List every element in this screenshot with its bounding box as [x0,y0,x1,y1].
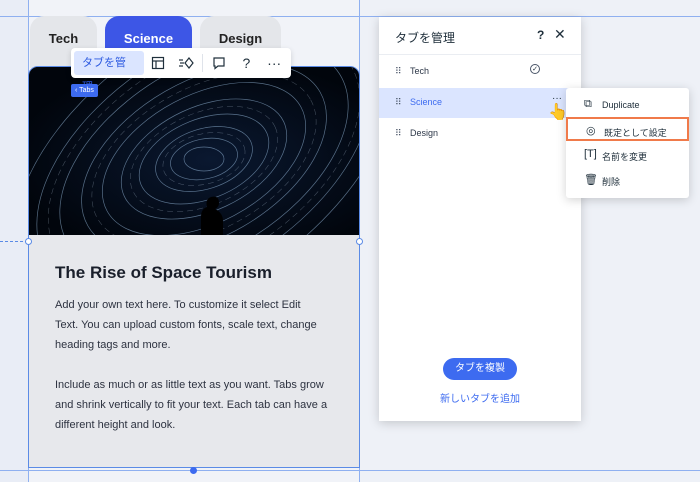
context-item-label: Duplicate [602,100,640,110]
drag-handle-icon[interactable]: ⠿ [395,66,402,77]
drag-handle-icon[interactable]: ⠿ [395,128,402,139]
tab-list-item-label: Science [410,97,443,107]
tab-list-item-label: Design [410,128,439,138]
context-menu: ⧉ Duplicate ◎ 既定として設定 [T] 名前を変更 🗑 削除 [566,88,689,198]
resize-handle-left[interactable] [25,238,32,245]
animation-icon[interactable] [172,51,200,75]
context-item-duplicate[interactable]: ⧉ Duplicate [566,93,689,117]
panel-help-icon[interactable]: ? [537,28,544,42]
panel-title: タブを管理 [395,31,456,45]
layout-icon[interactable] [144,51,172,75]
duplicate-icon: ⧉ [584,98,592,110]
tab-list-item-design[interactable]: ⠿ Design [379,119,581,149]
resize-handle-bottom[interactable] [190,467,197,474]
content-paragraph-line: and shrink vertically to fit your text. … [55,399,328,411]
toolbar-separator [201,54,203,72]
hand-cursor-icon: 👆 [548,104,568,121]
content-paragraph-line: Include as much or as little text as you… [55,379,324,391]
panel-header: タブを管理 ? ✕ [379,17,581,55]
content-paragraph-line: different height and look. [55,419,176,431]
content-paragraph-line: Add your own text here. To customize it … [55,299,301,311]
duplicate-tab-button[interactable]: タブを複製 [443,358,517,380]
tab-list-item-label: Tech [410,66,430,76]
tabs-breadcrumb-badge[interactable]: ‹ Tabs [71,84,98,97]
target-icon: ◎ [586,125,596,137]
panel-close-icon[interactable]: ✕ [554,26,566,43]
guide-line-bottom [0,470,700,471]
guide-line-top [0,16,700,17]
content-paragraph-line: heading tags and more. [55,339,171,351]
more-icon[interactable]: ··· [260,51,288,75]
add-new-tab-link[interactable]: 新しいタブを追加 [440,390,520,405]
trash-icon: 🗑 [584,174,598,186]
tab-list-item-tech[interactable]: ⠿ Tech ✓ [379,57,581,87]
manage-tabs-button[interactable]: タブを管理 [74,51,145,93]
help-icon[interactable]: ? [233,51,261,75]
context-item-rename[interactable]: [T] 名前を変更 [566,143,689,167]
resize-handle-right[interactable] [356,238,363,245]
comment-icon[interactable] [205,51,233,75]
content-title: The Rise of Space Tourism [55,263,272,282]
default-check-icon: ✓ [530,64,540,74]
context-item-delete[interactable]: 🗑 削除 [566,168,689,192]
context-item-label: 削除 [602,177,621,187]
drag-handle-icon[interactable]: ⠿ [395,97,402,108]
guide-dashed [0,241,28,242]
context-item-label: 名前を変更 [602,152,648,162]
content-paragraph-line: Text. You can upload custom fonts, scale… [55,319,317,331]
floating-toolbar: タブを管理 ? ··· [71,48,291,93]
context-item-label: 既定として設定 [604,128,667,138]
rename-icon: [T] [584,148,597,160]
context-item-set-default[interactable]: ◎ 既定として設定 [566,117,689,141]
